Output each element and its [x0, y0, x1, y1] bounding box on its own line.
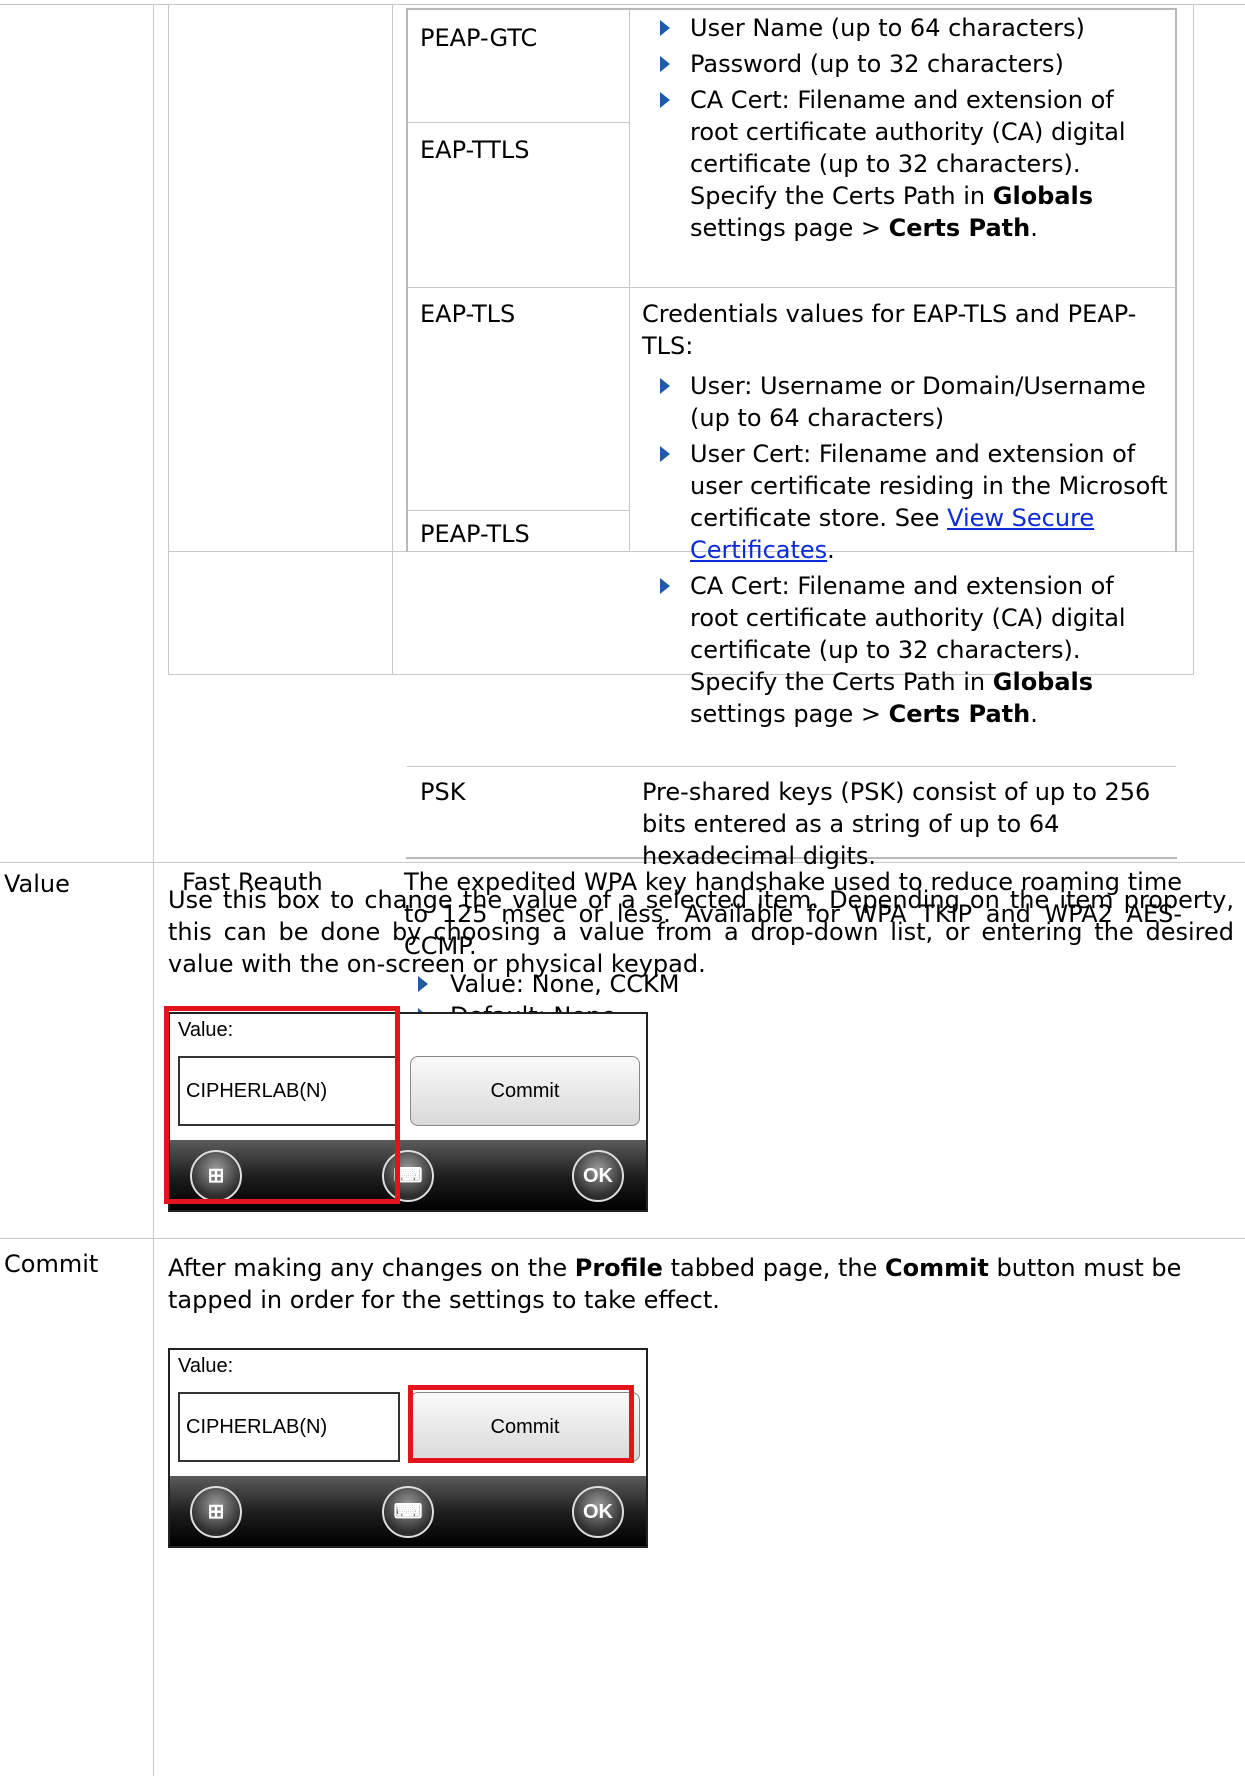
value-row-description: Use this box to change the value of a se…: [168, 886, 1234, 978]
bullet-text: settings page >: [690, 214, 889, 242]
value-label: Value:: [178, 1355, 234, 1377]
bullet-arrow-icon: [660, 56, 670, 72]
inner-row-divider: [407, 766, 1176, 767]
bullet-arrow-icon: [660, 446, 670, 462]
table-top-border: [0, 4, 1245, 5]
list-item: CA Cert: Filename and extension of root …: [640, 570, 1168, 730]
bullet-arrow-icon: [660, 20, 670, 36]
tls-description: Credentials values for EAP-TLS and PEAP-…: [640, 298, 1168, 730]
commit-button[interactable]: Commit: [410, 1056, 640, 1126]
windows-start-icon[interactable]: ⊞: [190, 1486, 242, 1538]
commit-row-description: After making any changes on the Profile …: [168, 1252, 1234, 1316]
eap-type-cell: EAP-TLS: [420, 300, 516, 328]
list-item: User: Username or Domain/Username (up to…: [640, 370, 1168, 434]
gtc-ttls-description: User Name (up to 64 characters) Password…: [640, 12, 1168, 244]
bullet-arrow-icon: [660, 378, 670, 394]
inner-table-top: [406, 8, 1177, 10]
table-column-divider: [153, 4, 154, 1776]
bold-term: Profile: [574, 1254, 663, 1282]
ok-button[interactable]: OK: [572, 1150, 624, 1202]
bold-term: Globals: [992, 182, 1094, 210]
description-text: tabbed page, the: [662, 1254, 886, 1282]
psk-description: Pre-shared keys (PSK) consist of up to 2…: [642, 778, 1151, 870]
inner-table-divider: [629, 8, 630, 552]
nested-table-left-border: [168, 4, 169, 675]
bold-term: Certs Path: [888, 700, 1031, 728]
inner-row-divider: [407, 122, 629, 123]
list-item: User Name (up to 64 characters): [640, 12, 1168, 44]
eap-type-cell: EAP-TTLS: [420, 136, 530, 164]
eap-type-cell: PSK: [420, 778, 466, 806]
inner-row-divider: [407, 287, 1176, 288]
bullet-arrow-icon: [660, 92, 670, 108]
bold-term: Commit: [885, 1254, 989, 1282]
value-row-label: Value: [4, 870, 70, 898]
eap-type-cell: PEAP-TLS: [420, 520, 530, 548]
bullet-text: Password (up to 32 characters): [690, 50, 1064, 78]
inner-table-left-border: [406, 8, 408, 552]
device-taskbar: ⊞ ⌨ OK: [170, 1476, 646, 1546]
eap-type-cell: PEAP-GTC: [420, 24, 538, 52]
value-input[interactable]: CIPHERLAB(N): [178, 1392, 400, 1462]
inner-table-right-border: [1175, 8, 1177, 552]
value-highlight-box: [164, 1006, 400, 1204]
bullet-text: User Name (up to 64 characters): [690, 14, 1085, 42]
keyboard-icon[interactable]: ⌨: [382, 1486, 434, 1538]
row-divider: [0, 1238, 1245, 1239]
description-text: After making any changes on the: [168, 1254, 575, 1282]
bullet-arrow-icon: [660, 578, 670, 594]
bullet-text: settings page >: [690, 700, 889, 728]
list-item: User Cert: Filename and extension of use…: [640, 438, 1168, 566]
list-item: CA Cert: Filename and extension of root …: [640, 84, 1168, 244]
bold-term: Globals: [992, 668, 1094, 696]
bullet-text: .: [827, 536, 835, 564]
list-item: Password (up to 32 characters): [640, 48, 1168, 80]
bold-term: Certs Path: [888, 214, 1031, 242]
commit-highlight-box: [408, 1385, 634, 1463]
bullet-text: User Cert: Filename and extension of use…: [690, 440, 1168, 532]
commit-row-label: Commit: [4, 1250, 99, 1278]
bullet-text: .: [1030, 700, 1038, 728]
bullet-text: User: Username or Domain/Username (up to…: [690, 372, 1146, 432]
description-text: Credentials values for EAP-TLS and PEAP-…: [642, 300, 1137, 360]
inner-row-divider: [407, 510, 629, 511]
nested-table-divider: [392, 4, 393, 675]
ok-button[interactable]: OK: [572, 1486, 624, 1538]
nested-table-right-border: [1193, 4, 1194, 675]
bullet-text: .: [1030, 214, 1038, 242]
